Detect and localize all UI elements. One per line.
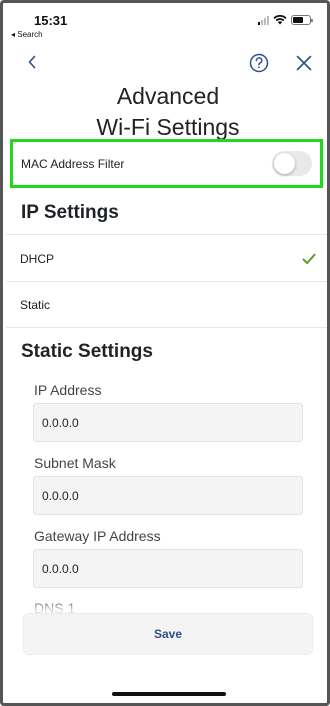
chevron-left-icon <box>28 55 36 69</box>
page-title: Advanced Wi-Fi Settings <box>3 81 327 143</box>
subnet-mask-input[interactable] <box>33 476 303 515</box>
close-icon <box>296 55 312 71</box>
home-indicator[interactable] <box>112 692 226 696</box>
save-button[interactable]: Save <box>23 613 313 655</box>
gateway-ip-label: Gateway IP Address <box>34 528 161 544</box>
ip-option-label: DHCP <box>20 252 55 266</box>
checkmark-icon <box>302 253 316 264</box>
back-button[interactable] <box>21 51 43 73</box>
ip-address-input[interactable] <box>33 403 303 442</box>
status-icons <box>258 15 313 25</box>
page-title-line-1: Advanced <box>116 83 220 109</box>
help-button[interactable] <box>248 52 270 74</box>
toggle-knob <box>274 153 295 174</box>
ip-option-dhcp[interactable]: DHCP <box>6 236 327 282</box>
help-circle-icon <box>249 53 269 73</box>
ip-address-label: IP Address <box>34 382 102 398</box>
mac-address-filter-label: MAC Address Filter <box>21 156 125 171</box>
divider <box>6 327 327 328</box>
ip-settings-title: IP Settings <box>21 202 119 223</box>
divider <box>6 234 327 235</box>
mac-address-filter-toggle[interactable] <box>272 151 312 176</box>
status-back-to-search[interactable]: ◂ Search <box>11 30 43 39</box>
ip-option-static[interactable]: Static <box>6 282 327 328</box>
gateway-ip-input[interactable] <box>33 549 303 588</box>
static-settings-title: Static Settings <box>21 341 153 362</box>
ip-option-label: Static <box>20 298 51 312</box>
wifi-icon <box>273 15 287 25</box>
phone-screen: 15:31 ◂ Search Advanced Wi-Fi Settings M… <box>0 0 330 706</box>
battery-icon <box>291 15 313 25</box>
save-bar: Save <box>23 613 313 655</box>
status-time: 15:31 <box>34 13 68 28</box>
mac-address-filter-row: MAC Address Filter <box>10 139 323 188</box>
close-button[interactable] <box>293 52 315 74</box>
subnet-mask-label: Subnet Mask <box>34 455 116 471</box>
cellular-signal-icon <box>258 15 269 25</box>
